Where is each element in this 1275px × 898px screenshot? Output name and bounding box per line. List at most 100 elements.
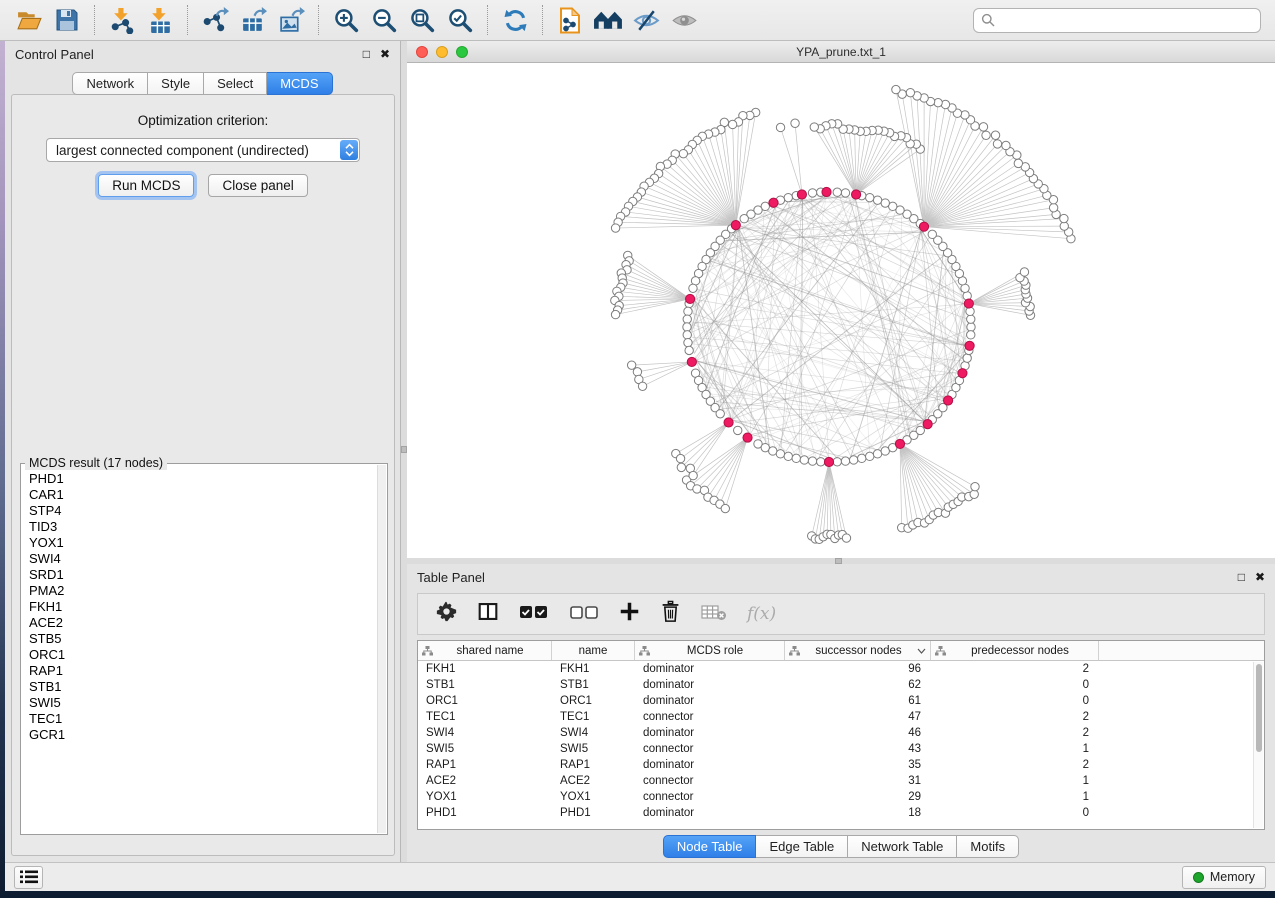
- zoom-selected-button[interactable]: [444, 4, 476, 36]
- mcds-result-item[interactable]: FKH1: [29, 599, 377, 615]
- mcds-result-item[interactable]: STP4: [29, 503, 377, 519]
- table-row[interactable]: SWI5 SWI5 connector 43 1: [418, 741, 1264, 757]
- export-network-button[interactable]: [199, 4, 231, 36]
- add-column-button[interactable]: [619, 601, 640, 627]
- mcds-result-item[interactable]: ACE2: [29, 615, 377, 631]
- tab-edge-table[interactable]: Edge Table: [756, 835, 848, 858]
- delete-table-button[interactable]: [701, 602, 727, 627]
- zoom-fit-button[interactable]: [406, 4, 438, 36]
- node-table-body: FKH1 FKH1 dominator 96 2 STB1 STB1 domin…: [418, 661, 1264, 821]
- column-header-mcds-role[interactable]: MCDS role: [635, 641, 785, 660]
- mcds-list-scrollbar[interactable]: [377, 465, 386, 833]
- mcds-result-item[interactable]: STB5: [29, 631, 377, 647]
- memory-status-icon: [1193, 872, 1204, 883]
- import-network-button[interactable]: [106, 4, 138, 36]
- tab-network[interactable]: Network: [72, 72, 148, 95]
- mcds-result-list: PHD1CAR1STP4TID3YOX1SWI4SRD1PMA2FKH1ACE2…: [22, 465, 377, 833]
- table-row[interactable]: FKH1 FKH1 dominator 96 2: [418, 661, 1264, 677]
- tab-mcds[interactable]: MCDS: [267, 72, 332, 95]
- tab-select[interactable]: Select: [204, 72, 267, 95]
- tree-icon: [935, 646, 946, 656]
- table-row[interactable]: STB1 STB1 dominator 62 0: [418, 677, 1264, 693]
- table-panel: Table Panel □ ✖: [407, 564, 1275, 862]
- column-header-filler: [1099, 641, 1264, 660]
- mcds-result-item[interactable]: PHD1: [29, 471, 377, 487]
- refresh-icon: [502, 7, 529, 34]
- mcds-result-item[interactable]: TID3: [29, 519, 377, 535]
- tab-network-table[interactable]: Network Table: [848, 835, 957, 858]
- import-table-button[interactable]: [144, 4, 176, 36]
- tree-icon: [422, 646, 433, 656]
- export-table-button[interactable]: [237, 4, 269, 36]
- export-image-button[interactable]: [275, 4, 307, 36]
- tab-motifs[interactable]: Motifs: [957, 835, 1019, 858]
- table-scrollbar[interactable]: [1253, 662, 1263, 828]
- table-row[interactable]: TEC1 TEC1 connector 47 2: [418, 709, 1264, 725]
- control-panel-tabs: Network Style Select MCDS: [5, 72, 400, 95]
- mcds-result-item[interactable]: TEC1: [29, 711, 377, 727]
- column-header-successor-nodes[interactable]: successor nodes: [785, 641, 931, 660]
- save-floppy-icon: [54, 7, 80, 33]
- select-all-button[interactable]: [519, 603, 549, 626]
- mcds-result-item[interactable]: RAP1: [29, 663, 377, 679]
- tab-node-table[interactable]: Node Table: [663, 835, 757, 858]
- mcds-result-item[interactable]: STB1: [29, 679, 377, 695]
- column-header-shared-name[interactable]: shared name: [418, 641, 552, 660]
- columns-icon: [477, 601, 499, 622]
- mcds-result-item[interactable]: SWI4: [29, 551, 377, 567]
- float-panel-icon[interactable]: □: [1238, 571, 1245, 583]
- table-row[interactable]: YOX1 YOX1 connector 29 1: [418, 789, 1264, 805]
- network-document-button[interactable]: [554, 4, 586, 36]
- mcds-result-item[interactable]: PMA2: [29, 583, 377, 599]
- mcds-result-item[interactable]: SWI5: [29, 695, 377, 711]
- import-network-icon: [109, 7, 136, 34]
- zoom-out-button[interactable]: [368, 4, 400, 36]
- mcds-result-item[interactable]: SRD1: [29, 567, 377, 583]
- mcds-result-item[interactable]: ORC1: [29, 647, 377, 663]
- search-input[interactable]: [1000, 13, 1253, 27]
- mcds-result-item[interactable]: YOX1: [29, 535, 377, 551]
- houses-icon: [593, 7, 624, 34]
- hide-nodes-button[interactable]: [630, 4, 662, 36]
- show-columns-button[interactable]: [477, 601, 499, 627]
- control-panel-header: Control Panel □ ✖: [5, 41, 400, 67]
- float-panel-icon[interactable]: □: [363, 48, 370, 60]
- deselect-all-button[interactable]: [569, 603, 599, 626]
- optimization-criterion-select[interactable]: largest connected component (undirected): [46, 138, 360, 162]
- close-panel-button[interactable]: Close panel: [208, 174, 307, 197]
- refresh-button[interactable]: [499, 4, 531, 36]
- network-document-icon: [557, 7, 583, 34]
- memory-button[interactable]: Memory: [1182, 866, 1266, 889]
- table-row[interactable]: RAP1 RAP1 dominator 35 2: [418, 757, 1264, 773]
- run-mcds-button[interactable]: Run MCDS: [98, 174, 194, 197]
- optimization-criterion-value: largest connected component (undirected): [56, 143, 309, 158]
- zoom-fit-icon: [409, 7, 436, 34]
- column-header-name[interactable]: name: [552, 641, 635, 660]
- close-panel-icon[interactable]: ✖: [380, 48, 390, 60]
- show-eye-button[interactable]: [668, 4, 700, 36]
- table-row[interactable]: ACE2 ACE2 connector 31 1: [418, 773, 1264, 789]
- search-icon: [981, 13, 995, 27]
- mcds-result-item[interactable]: GCR1: [29, 727, 377, 743]
- function-builder-button[interactable]: f(x): [747, 604, 776, 624]
- table-scrollbar-thumb[interactable]: [1256, 664, 1262, 752]
- tab-style[interactable]: Style: [148, 72, 204, 95]
- table-toolbar: f(x): [417, 593, 1265, 635]
- table-settings-button[interactable]: [436, 601, 457, 627]
- control-panel: Control Panel □ ✖ Network Style Select M…: [5, 41, 401, 862]
- network-canvas[interactable]: [407, 63, 1275, 558]
- save-session-button[interactable]: [51, 4, 83, 36]
- mcds-result-item[interactable]: CAR1: [29, 487, 377, 503]
- table-row[interactable]: SWI4 SWI4 dominator 46 2: [418, 725, 1264, 741]
- open-file-button[interactable]: [13, 4, 45, 36]
- zoom-in-button[interactable]: [330, 4, 362, 36]
- column-header-predecessor-nodes[interactable]: predecessor nodes: [931, 641, 1099, 660]
- task-history-button[interactable]: [14, 866, 43, 889]
- table-row[interactable]: ORC1 ORC1 dominator 61 0: [418, 693, 1264, 709]
- eye-icon: [670, 7, 699, 34]
- table-row[interactable]: PHD1 PHD1 dominator 18 0: [418, 805, 1264, 821]
- close-panel-icon[interactable]: ✖: [1255, 571, 1265, 583]
- delete-column-button[interactable]: [660, 600, 681, 628]
- hide-panels-button[interactable]: [592, 4, 624, 36]
- toolbar-separator: [318, 5, 319, 35]
